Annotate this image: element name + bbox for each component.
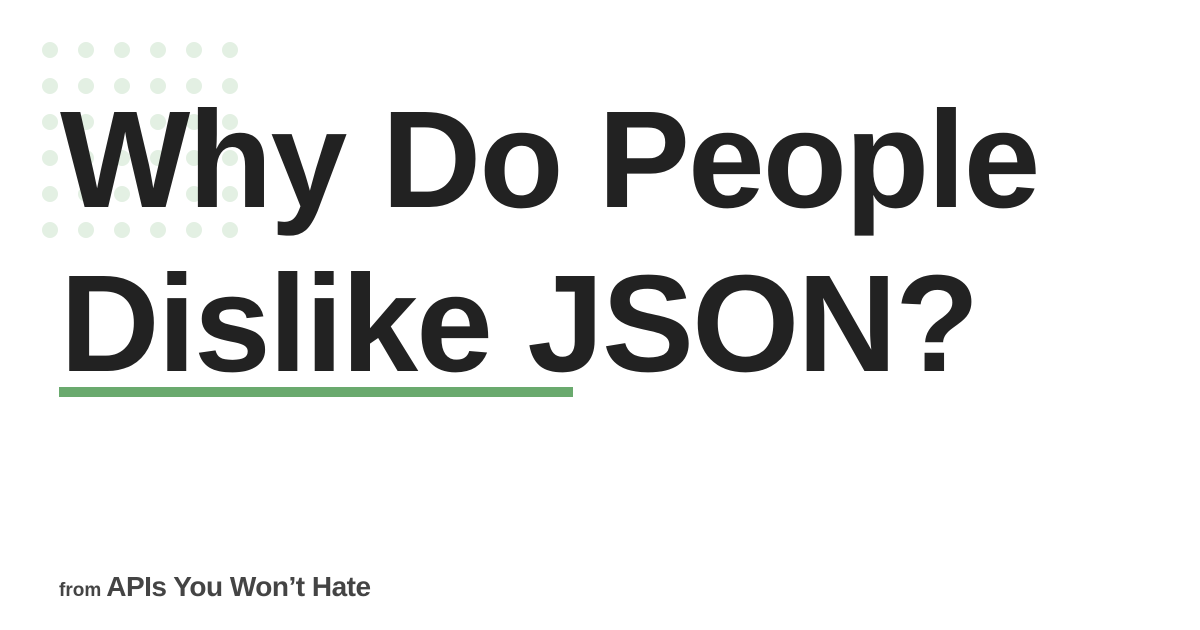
article-title: Why Do People Dislike JSON? — [60, 78, 1040, 406]
title-line-1: Why Do People — [60, 83, 1040, 237]
decorative-dot — [42, 150, 58, 166]
decorative-dot — [78, 42, 94, 58]
title-line-2: Dislike JSON? — [60, 247, 979, 401]
decorative-dot — [186, 42, 202, 58]
from-label: from — [59, 580, 102, 601]
decorative-dot — [114, 42, 130, 58]
decorative-dot — [42, 222, 58, 238]
accent-underline — [59, 387, 573, 397]
source-attribution: from APIs You Won’t Hate — [59, 571, 371, 603]
decorative-dot — [42, 78, 58, 94]
decorative-dot — [42, 42, 58, 58]
decorative-dot — [42, 114, 58, 130]
decorative-dot — [222, 42, 238, 58]
decorative-dot — [42, 186, 58, 202]
decorative-dot — [150, 42, 166, 58]
brand-name: APIs You Won’t Hate — [106, 571, 371, 602]
